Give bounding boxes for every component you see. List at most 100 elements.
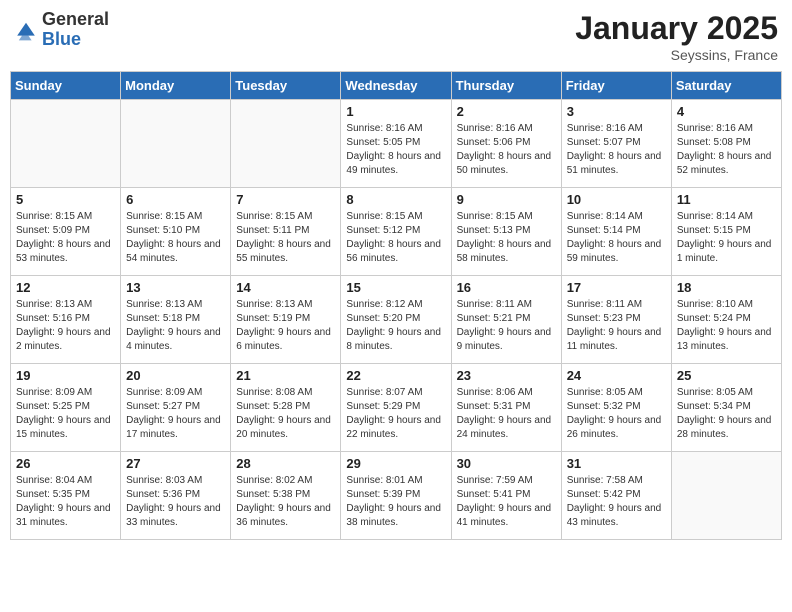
day-number: 13 bbox=[126, 280, 225, 295]
calendar-cell: 28 Sunrise: 8:02 AM Sunset: 5:38 PM Dayli… bbox=[231, 452, 341, 540]
day-header-friday: Friday bbox=[561, 72, 671, 100]
day-number: 1 bbox=[346, 104, 445, 119]
day-number: 27 bbox=[126, 456, 225, 471]
calendar-cell: 13 Sunrise: 8:13 AM Sunset: 5:18 PM Dayli… bbox=[121, 276, 231, 364]
calendar-cell: 15 Sunrise: 8:12 AM Sunset: 5:20 PM Dayli… bbox=[341, 276, 451, 364]
calendar-table: SundayMondayTuesdayWednesdayThursdayFrid… bbox=[10, 71, 782, 540]
day-info: Sunrise: 8:12 AM Sunset: 5:20 PM Dayligh… bbox=[346, 298, 445, 354]
title-area: January 2025 Seyssins, France bbox=[575, 10, 778, 63]
calendar-week-row: 19 Sunrise: 8:09 AM Sunset: 5:25 PM Dayli… bbox=[11, 364, 782, 452]
day-number: 30 bbox=[457, 456, 556, 471]
day-info: Sunrise: 8:15 AM Sunset: 5:13 PM Dayligh… bbox=[457, 210, 556, 266]
day-number: 5 bbox=[16, 192, 115, 207]
day-number: 15 bbox=[346, 280, 445, 295]
day-info: Sunrise: 7:58 AM Sunset: 5:42 PM Dayligh… bbox=[567, 474, 666, 530]
day-number: 8 bbox=[346, 192, 445, 207]
calendar-cell: 6 Sunrise: 8:15 AM Sunset: 5:10 PM Daylig… bbox=[121, 188, 231, 276]
day-info: Sunrise: 8:13 AM Sunset: 5:19 PM Dayligh… bbox=[236, 298, 335, 354]
calendar-week-row: 5 Sunrise: 8:15 AM Sunset: 5:09 PM Daylig… bbox=[11, 188, 782, 276]
calendar-header-row: SundayMondayTuesdayWednesdayThursdayFrid… bbox=[11, 72, 782, 100]
day-info: Sunrise: 8:15 AM Sunset: 5:12 PM Dayligh… bbox=[346, 210, 445, 266]
calendar-cell: 26Sunrise: 8:04 AM Sunset: 5:35 PM Dayli… bbox=[11, 452, 121, 540]
calendar-cell: 12Sunrise: 8:13 AM Sunset: 5:16 PM Dayli… bbox=[11, 276, 121, 364]
calendar-cell: 18 Sunrise: 8:10 AM Sunset: 5:24 PM Dayli… bbox=[671, 276, 781, 364]
day-info: Sunrise: 8:09 AM Sunset: 5:25 PM Dayligh… bbox=[16, 386, 115, 442]
calendar-week-row: 1 Sunrise: 8:16 AM Sunset: 5:05 PM Daylig… bbox=[11, 100, 782, 188]
day-number: 24 bbox=[567, 368, 666, 383]
day-number: 25 bbox=[677, 368, 776, 383]
calendar-cell: 22Sunrise: 8:07 AM Sunset: 5:29 PM Dayli… bbox=[341, 364, 451, 452]
day-info: Sunrise: 8:04 AM Sunset: 5:35 PM Dayligh… bbox=[16, 474, 115, 530]
day-header-tuesday: Tuesday bbox=[231, 72, 341, 100]
calendar-cell: 27 Sunrise: 8:03 AM Sunset: 5:36 PM Dayli… bbox=[121, 452, 231, 540]
calendar-cell: 3 Sunrise: 8:16 AM Sunset: 5:07 PM Daylig… bbox=[561, 100, 671, 188]
day-number: 7 bbox=[236, 192, 335, 207]
day-number: 21 bbox=[236, 368, 335, 383]
day-info: Sunrise: 8:13 AM Sunset: 5:18 PM Dayligh… bbox=[126, 298, 225, 354]
day-info: Sunrise: 8:08 AM Sunset: 5:28 PM Dayligh… bbox=[236, 386, 335, 442]
calendar-cell: 4 Sunrise: 8:16 AM Sunset: 5:08 PM Daylig… bbox=[671, 100, 781, 188]
day-info: Sunrise: 8:05 AM Sunset: 5:32 PM Dayligh… bbox=[567, 386, 666, 442]
day-info: Sunrise: 7:59 AM Sunset: 5:41 PM Dayligh… bbox=[457, 474, 556, 530]
day-number: 12 bbox=[16, 280, 115, 295]
day-header-saturday: Saturday bbox=[671, 72, 781, 100]
calendar-cell: 17 Sunrise: 8:11 AM Sunset: 5:23 PM Dayli… bbox=[561, 276, 671, 364]
calendar-cell: 5 Sunrise: 8:15 AM Sunset: 5:09 PM Daylig… bbox=[11, 188, 121, 276]
day-info: Sunrise: 8:01 AM Sunset: 5:39 PM Dayligh… bbox=[346, 474, 445, 530]
day-number: 14 bbox=[236, 280, 335, 295]
calendar-cell: 25Sunrise: 8:05 AM Sunset: 5:34 PM Dayli… bbox=[671, 364, 781, 452]
day-info: Sunrise: 8:16 AM Sunset: 5:07 PM Dayligh… bbox=[567, 122, 666, 178]
day-info: Sunrise: 8:02 AM Sunset: 5:38 PM Dayligh… bbox=[236, 474, 335, 530]
logo-text: General Blue bbox=[42, 10, 109, 50]
day-info: Sunrise: 8:07 AM Sunset: 5:29 PM Dayligh… bbox=[346, 386, 445, 442]
day-number: 19 bbox=[16, 368, 115, 383]
day-number: 4 bbox=[677, 104, 776, 119]
day-number: 16 bbox=[457, 280, 556, 295]
calendar-cell: 1 Sunrise: 8:16 AM Sunset: 5:05 PM Daylig… bbox=[341, 100, 451, 188]
calendar-cell: 10Sunrise: 8:14 AM Sunset: 5:14 PM Dayli… bbox=[561, 188, 671, 276]
day-header-wednesday: Wednesday bbox=[341, 72, 451, 100]
day-info: Sunrise: 8:16 AM Sunset: 5:08 PM Dayligh… bbox=[677, 122, 776, 178]
calendar-cell: 2Sunrise: 8:16 AM Sunset: 5:06 PM Daylig… bbox=[451, 100, 561, 188]
month-title: January 2025 bbox=[575, 10, 778, 47]
calendar-cell: 19 Sunrise: 8:09 AM Sunset: 5:25 PM Dayli… bbox=[11, 364, 121, 452]
day-number: 11 bbox=[677, 192, 776, 207]
calendar-cell: 8 Sunrise: 8:15 AM Sunset: 5:12 PM Daylig… bbox=[341, 188, 451, 276]
day-number: 18 bbox=[677, 280, 776, 295]
day-info: Sunrise: 8:09 AM Sunset: 5:27 PM Dayligh… bbox=[126, 386, 225, 442]
calendar-cell bbox=[231, 100, 341, 188]
calendar-cell: 14 Sunrise: 8:13 AM Sunset: 5:19 PM Dayli… bbox=[231, 276, 341, 364]
day-info: Sunrise: 8:15 AM Sunset: 5:10 PM Dayligh… bbox=[126, 210, 225, 266]
day-number: 29 bbox=[346, 456, 445, 471]
day-header-monday: Monday bbox=[121, 72, 231, 100]
calendar-cell: 11Sunrise: 8:14 AM Sunset: 5:15 PM Dayli… bbox=[671, 188, 781, 276]
day-number: 3 bbox=[567, 104, 666, 119]
day-number: 23 bbox=[457, 368, 556, 383]
day-number: 28 bbox=[236, 456, 335, 471]
calendar-week-row: 26Sunrise: 8:04 AM Sunset: 5:35 PM Dayli… bbox=[11, 452, 782, 540]
day-info: Sunrise: 8:11 AM Sunset: 5:21 PM Dayligh… bbox=[457, 298, 556, 354]
day-info: Sunrise: 8:15 AM Sunset: 5:09 PM Dayligh… bbox=[16, 210, 115, 266]
day-number: 17 bbox=[567, 280, 666, 295]
day-info: Sunrise: 8:03 AM Sunset: 5:36 PM Dayligh… bbox=[126, 474, 225, 530]
logo: General Blue bbox=[14, 10, 109, 50]
location: Seyssins, France bbox=[575, 47, 778, 63]
calendar-cell: 16 Sunrise: 8:11 AM Sunset: 5:21 PM Dayli… bbox=[451, 276, 561, 364]
calendar-cell: 20Sunrise: 8:09 AM Sunset: 5:27 PM Dayli… bbox=[121, 364, 231, 452]
calendar-cell: 21 Sunrise: 8:08 AM Sunset: 5:28 PM Dayli… bbox=[231, 364, 341, 452]
day-info: Sunrise: 8:10 AM Sunset: 5:24 PM Dayligh… bbox=[677, 298, 776, 354]
day-info: Sunrise: 8:11 AM Sunset: 5:23 PM Dayligh… bbox=[567, 298, 666, 354]
day-number: 6 bbox=[126, 192, 225, 207]
day-number: 10 bbox=[567, 192, 666, 207]
day-number: 9 bbox=[457, 192, 556, 207]
calendar-cell bbox=[11, 100, 121, 188]
day-header-thursday: Thursday bbox=[451, 72, 561, 100]
calendar-cell: 30 Sunrise: 7:59 AM Sunset: 5:41 PM Dayli… bbox=[451, 452, 561, 540]
day-number: 2 bbox=[457, 104, 556, 119]
calendar-cell: 24 Sunrise: 8:05 AM Sunset: 5:32 PM Dayli… bbox=[561, 364, 671, 452]
logo-icon bbox=[14, 18, 38, 42]
day-info: Sunrise: 8:16 AM Sunset: 5:05 PM Dayligh… bbox=[346, 122, 445, 178]
calendar-cell: 31Sunrise: 7:58 AM Sunset: 5:42 PM Dayli… bbox=[561, 452, 671, 540]
calendar-cell bbox=[671, 452, 781, 540]
calendar-week-row: 12Sunrise: 8:13 AM Sunset: 5:16 PM Dayli… bbox=[11, 276, 782, 364]
